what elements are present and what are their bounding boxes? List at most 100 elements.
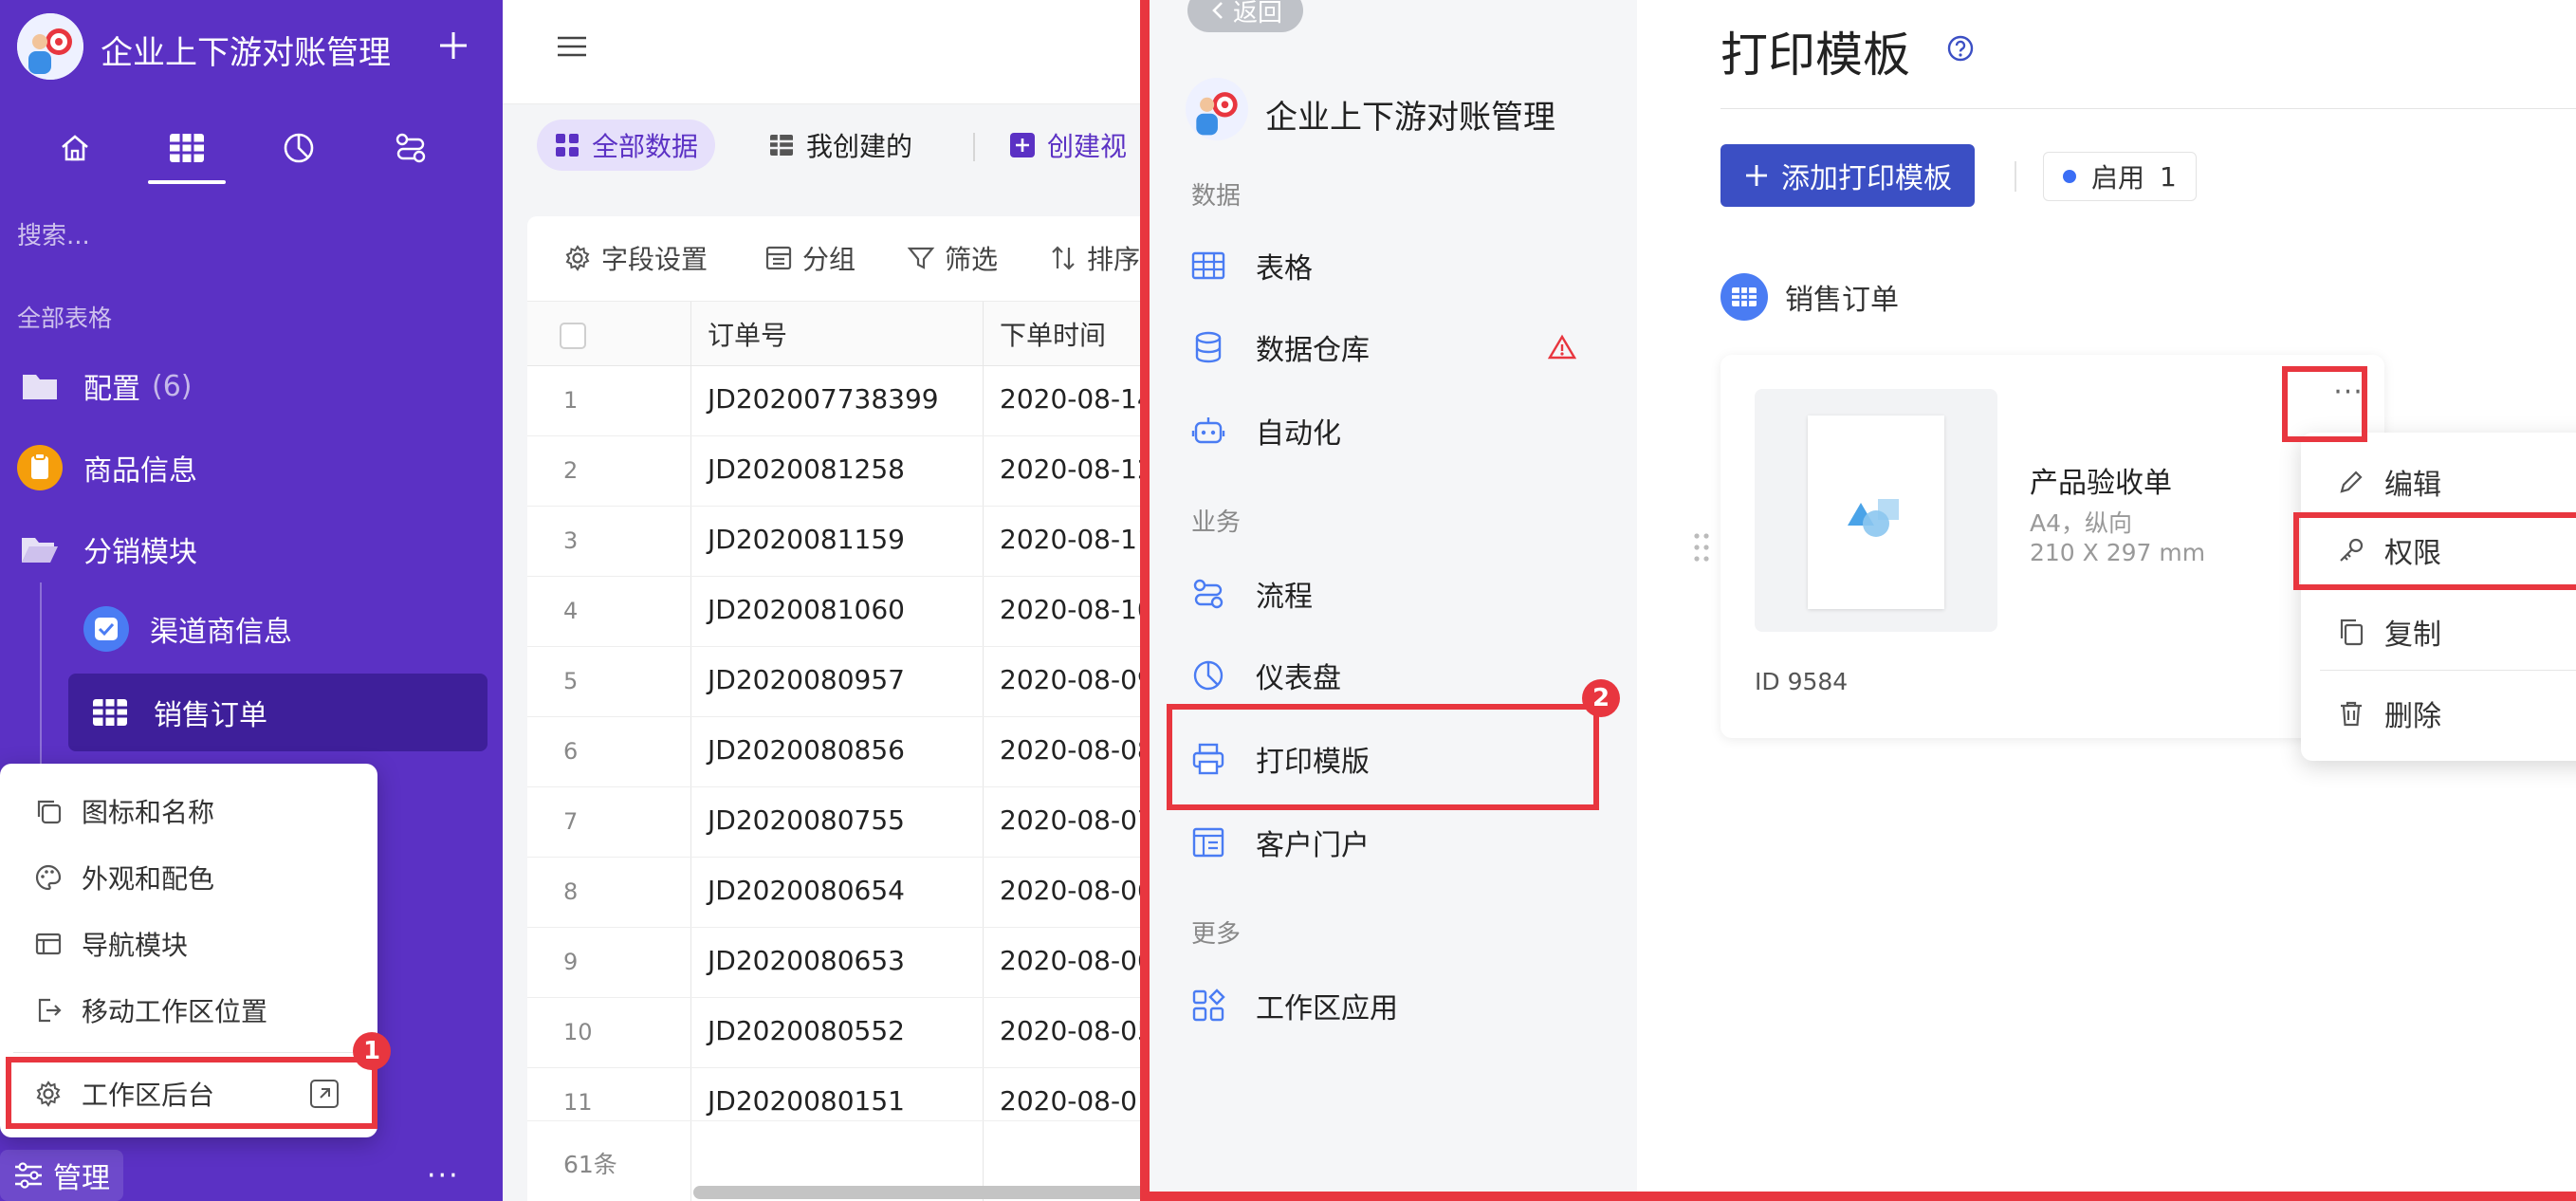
add-icon[interactable] [434,27,472,65]
order-number-cell[interactable]: JD2020080957 [708,664,905,695]
table-row[interactable]: 9 JD2020080653 2020-08-06 [527,928,1154,998]
highlight-box-more [2282,366,2367,442]
tables-tab[interactable] [131,112,243,184]
order-date-cell[interactable]: 2020-08-06 [1000,875,1154,906]
column-header-order[interactable]: 订单号 [690,302,787,366]
sidebar-item-distribution[interactable]: 分销模块 [17,520,197,579]
order-number-cell[interactable]: JD2020081258 [708,453,905,485]
admin-nav-portal[interactable]: 客户门户 [1191,814,1370,871]
menu-item-label: 编辑 [2384,469,2441,502]
tree-line [40,582,42,782]
tool-label: 字段设置 [601,244,708,275]
order-date-cell[interactable]: 2020-08-14 [1000,383,1154,415]
table-row[interactable]: 1 JD202007738399 2020-08-14 [527,366,1154,436]
order-number-cell[interactable]: JD2020080654 [708,875,905,906]
order-date-cell[interactable]: 2020-08-08 [1000,734,1154,766]
admin-nav-apps[interactable]: 工作区应用 [1191,977,1398,1034]
sort-icon [1052,246,1075,270]
order-number-cell[interactable]: JD2020081060 [708,594,905,625]
order-date-cell[interactable]: 2020-08-09 [1000,664,1154,695]
template-context-menu: 编辑 权限 复制 删除 [2301,433,2576,761]
sidebar-search-input[interactable]: 搜索... [17,216,90,251]
order-date-cell[interactable]: 2020-08-11 [1000,524,1154,555]
sidebar-item-channel[interactable]: 渠道商信息 [83,600,292,658]
apps-icon [1192,989,1225,1022]
admin-nav: 返回 企业上下游对账管理 数据 表格 数据仓库 自动化 业务 流程 仪表盘 打印… [1150,0,1637,1192]
admin-nav-warehouse[interactable]: 数据仓库 [1191,319,1370,376]
menu-item-icon-name[interactable]: 图标和名称 [34,783,214,840]
order-number-cell[interactable]: JD2020080755 [708,804,905,836]
filter-button[interactable]: 筛选 [907,239,998,277]
item-count: (6) [152,369,193,403]
section-label-data: 数据 [1191,182,1242,211]
back-button[interactable]: 返回 [1187,0,1304,32]
tab-all-data[interactable]: 全部数据 [537,120,716,171]
order-number-cell[interactable]: JD2020080151 [708,1085,905,1117]
nav-label: 表格 [1256,252,1313,286]
menu-item-edit[interactable]: 编辑 [2337,453,2441,510]
field-settings-button[interactable]: 字段设置 [563,239,708,277]
sort-button[interactable]: 排序 [1049,239,1140,277]
horizontal-scrollbar[interactable] [693,1186,1153,1199]
admin-nav-flow[interactable]: 流程 [1191,565,1313,622]
order-date-cell[interactable]: 2020-08-01 [1000,1085,1153,1117]
admin-app-title: 企业上下游对账管理 [1265,99,1555,137]
select-all-checkbox[interactable] [560,323,586,349]
sidebar-item-config[interactable]: 配置 (6) [17,357,193,416]
row-index: 2 [563,457,579,484]
table-row[interactable]: 6 JD2020080856 2020-08-08 [527,717,1154,787]
app-logo[interactable] [17,13,83,80]
table-row[interactable]: 4 JD2020081060 2020-08-10 [527,577,1154,647]
robot-icon [1191,417,1225,444]
admin-nav-table[interactable]: 表格 [1191,237,1313,294]
order-number-cell[interactable]: JD2020080653 [708,945,905,976]
clipboard-icon [17,445,63,490]
table-row[interactable]: 8 JD2020080654 2020-08-06 [527,858,1154,928]
order-number-cell[interactable]: JD202007738399 [708,383,939,415]
check-badge-icon [83,606,129,652]
back-label: 返回 [1233,0,1283,28]
status-filter[interactable]: 启用 1 [2043,152,2197,201]
menu-icon[interactable] [556,34,588,59]
manage-button[interactable]: 管理 [0,1150,123,1201]
nav-label: 自动化 [1256,417,1341,451]
order-number-cell[interactable]: JD2020081159 [708,524,905,555]
table-row[interactable]: 5 JD2020080957 2020-08-09 [527,647,1154,717]
order-number-cell[interactable]: JD2020080856 [708,734,905,766]
order-number-cell[interactable]: JD2020080552 [708,1015,905,1046]
menu-item-move-workspace[interactable]: 移动工作区位置 [34,982,267,1039]
sidebar-item-product-info[interactable]: 商品信息 [17,438,197,497]
create-view-button[interactable]: 创建视 [992,120,1144,171]
tab-mine[interactable]: 我创建的 [751,120,929,171]
menu-item-copy[interactable]: 复制 [2337,603,2441,660]
warning-icon [1548,334,1576,360]
help-icon[interactable] [1946,34,1975,63]
order-date-cell[interactable]: 2020-08-12 [1000,453,1154,485]
add-print-template-button[interactable]: 添加打印模板 [1720,144,1975,207]
admin-nav-automation[interactable]: 自动化 [1191,402,1341,459]
table-row[interactable]: 2 JD2020081258 2020-08-12 [527,436,1154,507]
order-date-cell[interactable]: 2020-08-05 [1000,1015,1154,1046]
home-tab[interactable] [19,112,131,184]
workflow-tab[interactable] [355,112,467,184]
table-row[interactable]: 10 JD2020080552 2020-08-05 [527,998,1154,1068]
menu-item-delete[interactable]: 删除 [2337,685,2441,742]
menu-item-nav-module[interactable]: 导航模块 [34,915,188,972]
dashboard-tab[interactable] [243,112,355,184]
admin-nav-dashboard[interactable]: 仪表盘 [1191,647,1341,704]
table-row[interactable]: 11 JD2020080151 2020-08-01 [527,1068,1153,1121]
order-date-cell[interactable]: 2020-08-10 [1000,594,1154,625]
table-row[interactable]: 3 JD2020081159 2020-08-11 [527,507,1154,577]
order-date-cell[interactable]: 2020-08-07 [1000,804,1154,836]
more-icon[interactable]: ··· [427,1159,460,1192]
row-index: 10 [563,1019,593,1045]
column-header-date[interactable]: 下单时间 [983,302,1106,366]
button-divider [2015,161,2016,192]
drag-handle-icon[interactable] [1692,531,1711,564]
tab-divider [973,133,975,161]
order-date-cell[interactable]: 2020-08-06 [1000,945,1154,976]
group-button[interactable]: 分组 [764,239,856,277]
menu-item-appearance[interactable]: 外观和配色 [34,849,214,906]
sidebar-item-sales-order[interactable]: 销售订单 [68,674,488,751]
table-row[interactable]: 7 JD2020080755 2020-08-07 [527,787,1154,858]
